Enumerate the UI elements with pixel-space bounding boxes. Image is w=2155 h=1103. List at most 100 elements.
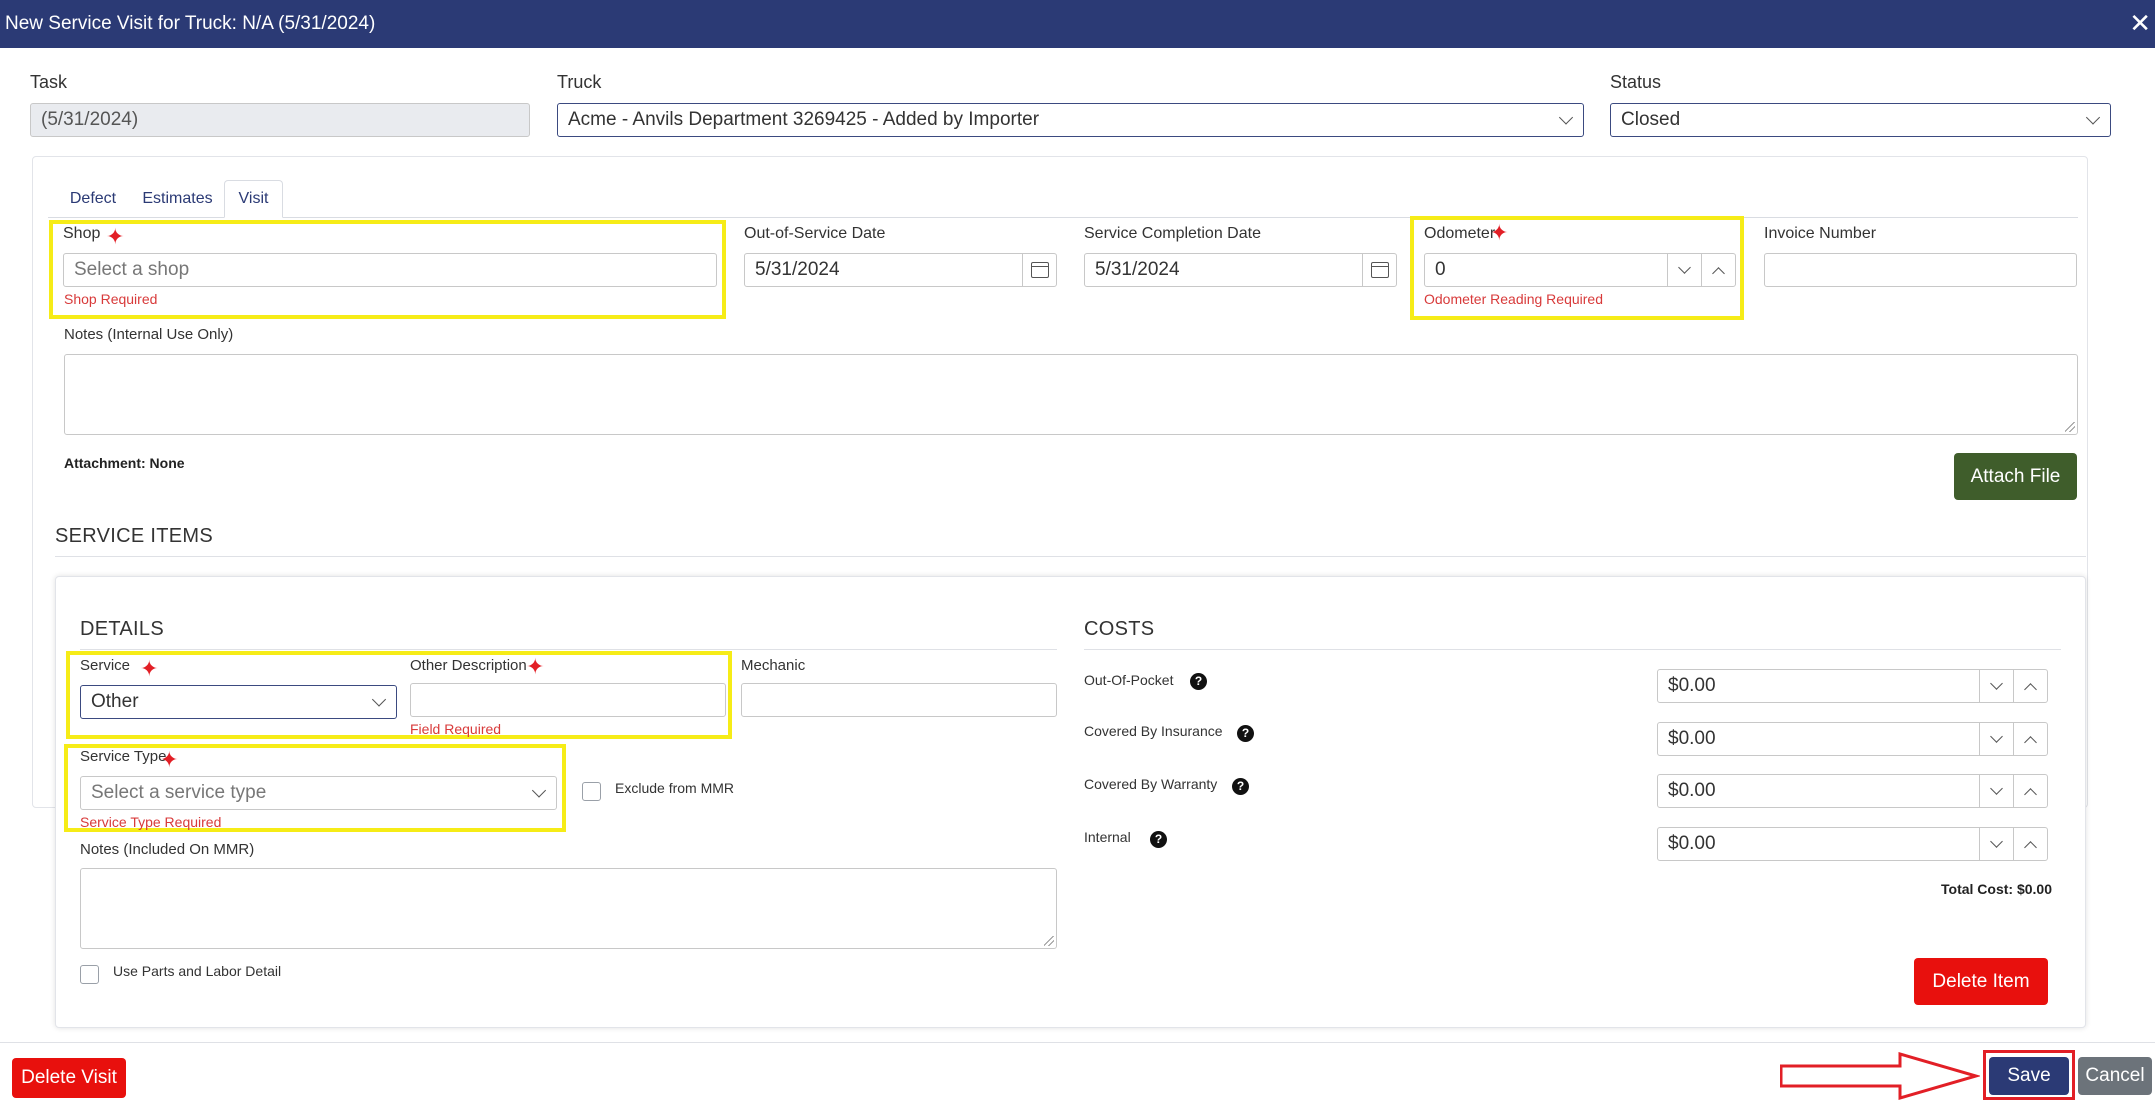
decrement-button[interactable] [1979,775,2013,807]
footer-divider [0,1042,2155,1043]
increment-button[interactable] [2013,828,2047,860]
cost-value: $0.00 [1668,833,1716,854]
chevron-down-icon [2085,110,2101,125]
tab-estimates[interactable]: Estimates [135,180,220,218]
cost-value: $0.00 [1668,675,1716,696]
truck-select[interactable]: Acme - Anvils Department 3269425 - Added… [557,103,1584,137]
service-select[interactable]: Other [80,685,397,719]
delete-visit-button[interactable]: Delete Visit [12,1058,126,1098]
service-value: Other [91,691,139,712]
task-field: (5/31/2024) [30,103,530,137]
shop-label: Shop [63,225,101,242]
other-description-label: Other Description [410,657,527,674]
total-cost: Total Cost: $0.00 [1941,881,2052,897]
oos-date-input[interactable]: 5/31/2024 [744,253,1057,287]
question-circle-icon[interactable]: ? [1190,673,1207,690]
cost-input[interactable]: $0.00 [1657,774,2048,808]
exclude-mmr-checkbox[interactable] [582,782,601,801]
status-select[interactable]: Closed [1610,103,2111,137]
cost-value: $0.00 [1668,728,1716,749]
increment-button[interactable] [2013,670,2047,702]
truck-label: Truck [557,72,602,92]
odometer-value: 0 [1435,259,1446,280]
service-items-divider [55,556,2086,557]
cost-input[interactable]: $0.00 [1657,722,2048,756]
chevron-down-icon [1990,676,2003,690]
exclude-mmr-label: Exclude from MMR [615,780,735,796]
notes-mmr-label: Notes (Included On MMR) [80,841,255,858]
service-items-heading: SERVICE ITEMS [55,525,214,547]
chevron-down-icon [371,692,387,707]
increment-button[interactable] [2013,775,2047,807]
red-star-icon: ✦ [1490,220,1509,245]
delete-item-button[interactable]: Delete Item [1914,958,2048,1005]
close-icon[interactable]: ✕ [2129,10,2151,36]
chevron-down-icon [1990,834,2003,848]
details-heading: DETAILS [80,618,164,640]
cost-input[interactable]: $0.00 [1657,669,2048,703]
cost-value: $0.00 [1668,780,1716,801]
cost-input[interactable]: $0.00 [1657,827,2048,861]
chevron-up-icon [2024,840,2037,854]
tab-defect[interactable]: Defect [58,180,128,218]
notes-internal-label: Notes (Internal Use Only) [64,326,234,343]
resize-grip-icon[interactable] [1044,936,1054,946]
odometer-input[interactable]: 0 [1424,253,1736,287]
oos-date-value: 5/31/2024 [755,259,840,280]
tab-divider [48,217,2078,218]
decrement-button[interactable] [1979,828,2013,860]
status-value: Closed [1621,109,1681,130]
calendar-icon [1030,262,1049,278]
save-button[interactable]: Save [1989,1057,2069,1095]
attach-file-button[interactable]: Attach File [1954,453,2077,500]
decrement-button[interactable] [1979,723,2013,755]
service-type-error: Service Type Required [80,814,222,830]
service-label: Service [80,657,131,674]
invoice-input[interactable] [1764,253,2077,287]
red-star-icon: ✦ [106,224,125,249]
chevron-up-icon [2024,787,2037,801]
notes-mmr-textarea[interactable] [80,868,1057,949]
other-description-input[interactable] [410,683,726,717]
decrement-button[interactable] [1979,670,2013,702]
truck-value: Acme - Anvils Department 3269425 - Added… [568,109,1040,130]
completion-date-input[interactable]: 5/31/2024 [1084,253,1397,287]
question-circle-icon[interactable]: ? [1150,831,1167,848]
resize-grip-icon[interactable] [2065,422,2075,432]
dialog-title-bar: New Service Visit for Truck: N/A (5/31/2… [0,0,2155,48]
red-star-icon: ✦ [526,654,545,679]
attachment-status: Attachment: None [64,455,185,471]
chevron-down-icon [1990,781,2003,795]
chevron-down-icon [1678,260,1691,274]
chevron-up-icon [2024,735,2037,749]
oos-date-label: Out-of-Service Date [744,225,886,242]
service-type-select[interactable]: Select a service type [80,776,557,810]
shop-placeholder: Select a shop [74,259,190,280]
calendar-button[interactable] [1362,254,1396,286]
service-type-label: Service Type [80,748,167,765]
mechanic-input[interactable] [741,683,1057,717]
details-divider [80,649,1057,650]
costs-divider [1084,649,2061,650]
tab-visit[interactable]: Visit [224,180,283,218]
notes-internal-textarea[interactable] [64,354,2078,435]
calendar-button[interactable] [1022,254,1056,286]
shop-input[interactable]: Select a shop [63,253,717,287]
cancel-button[interactable]: Cancel [2078,1057,2152,1095]
service-type-placeholder: Select a service type [91,782,267,803]
question-circle-icon[interactable]: ? [1237,725,1254,742]
task-label: Task [30,72,68,92]
parts-labor-checkbox[interactable] [80,965,99,984]
costs-heading: COSTS [1084,618,1155,640]
chevron-down-icon [1558,110,1574,125]
cost-label: Covered By Warranty [1084,776,1218,792]
decrement-button[interactable] [1667,254,1701,286]
cost-label: Out-Of-Pocket [1084,672,1174,688]
question-circle-icon[interactable]: ? [1232,778,1249,795]
dialog-title: New Service Visit for Truck: N/A (5/31/2… [5,13,376,34]
increment-button[interactable] [2013,723,2047,755]
chevron-up-icon [1712,266,1725,280]
increment-button[interactable] [1701,254,1735,286]
odometer-error: Odometer Reading Required [1424,291,1603,307]
chevron-up-icon [2024,682,2037,696]
